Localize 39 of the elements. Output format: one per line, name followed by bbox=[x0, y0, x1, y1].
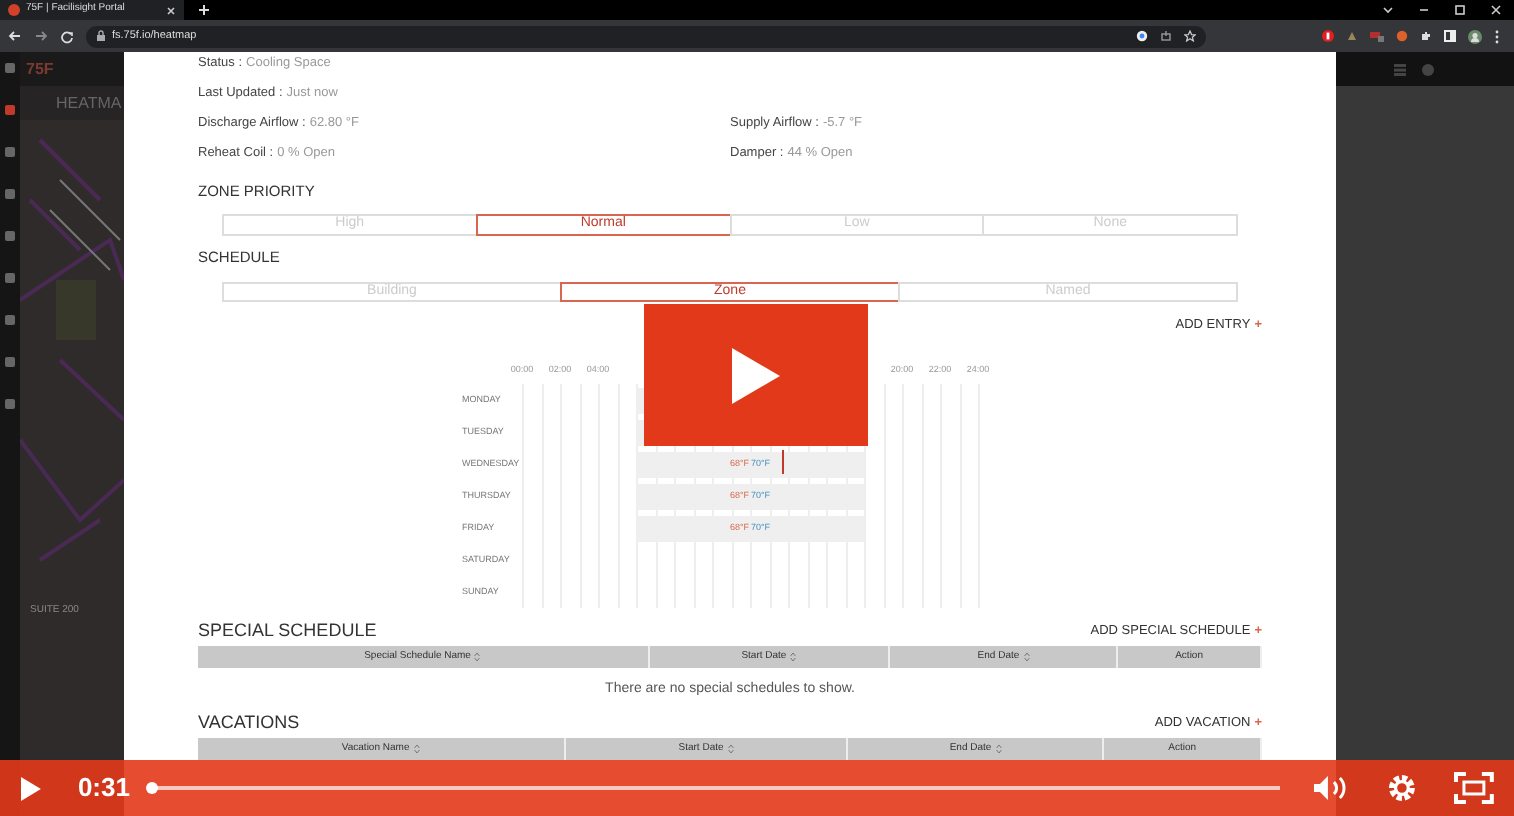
list-icon[interactable] bbox=[1394, 63, 1406, 75]
sort-icon[interactable] bbox=[727, 744, 734, 754]
volume-icon[interactable] bbox=[1312, 774, 1349, 802]
fullscreen-icon[interactable] bbox=[1454, 772, 1494, 804]
close-icon[interactable] bbox=[1490, 4, 1502, 16]
section-title: VACATIONS bbox=[198, 709, 300, 736]
sort-icon[interactable] bbox=[995, 744, 1002, 754]
sort-icon[interactable] bbox=[413, 744, 420, 754]
chevron-down-icon[interactable] bbox=[1382, 6, 1394, 14]
puzzle-icon[interactable] bbox=[1420, 30, 1432, 42]
forward-icon[interactable] bbox=[34, 30, 48, 42]
current-time-line bbox=[782, 450, 784, 474]
back-icon[interactable] bbox=[8, 30, 22, 42]
help-icon[interactable] bbox=[1422, 63, 1434, 75]
extension-icon[interactable] bbox=[1322, 30, 1334, 42]
page-heading: HEATMA bbox=[56, 91, 122, 115]
play-icon bbox=[730, 345, 782, 405]
close-icon[interactable] bbox=[166, 5, 176, 15]
plus-icon[interactable] bbox=[198, 4, 210, 16]
sort-icon[interactable] bbox=[1023, 652, 1030, 662]
sort-icon[interactable] bbox=[474, 652, 481, 662]
more-icon[interactable] bbox=[1494, 29, 1500, 43]
translate-icon[interactable] bbox=[1136, 30, 1148, 42]
minimize-icon[interactable] bbox=[1418, 6, 1430, 14]
app-logo: 75F bbox=[26, 57, 54, 81]
sidebar-icon[interactable] bbox=[1444, 30, 1456, 42]
play-button[interactable] bbox=[644, 304, 868, 446]
section-title: SPECIAL SCHEDULE bbox=[198, 617, 377, 644]
lock-icon bbox=[96, 30, 106, 42]
star-icon[interactable] bbox=[1184, 30, 1196, 42]
seek-thumb[interactable] bbox=[145, 782, 158, 794]
reload-icon[interactable] bbox=[60, 29, 74, 43]
avatar-icon[interactable] bbox=[1468, 29, 1482, 43]
restore-icon[interactable] bbox=[1454, 4, 1466, 16]
share-icon[interactable] bbox=[1160, 30, 1172, 42]
settings-icon[interactable] bbox=[1386, 772, 1419, 804]
sort-icon[interactable] bbox=[790, 652, 797, 662]
favicon-icon bbox=[8, 4, 20, 16]
time-display: 0:31 bbox=[77, 770, 130, 807]
